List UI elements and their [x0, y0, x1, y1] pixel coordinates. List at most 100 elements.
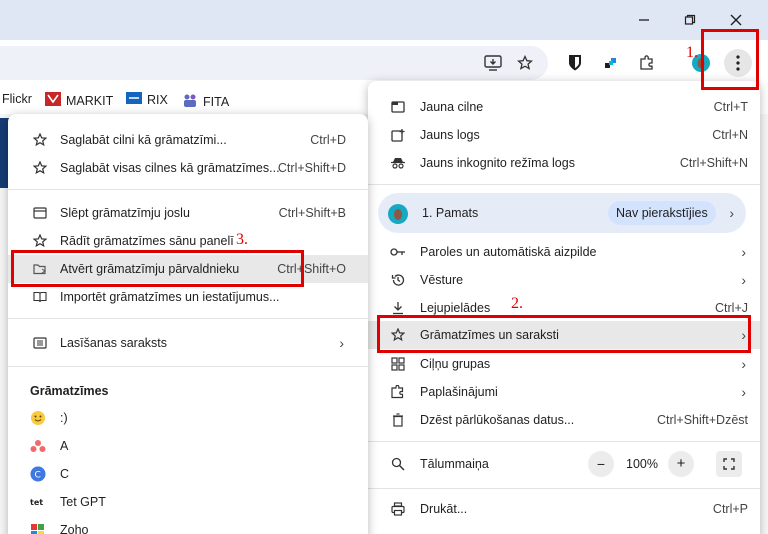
- trash-icon: [390, 412, 406, 428]
- menu-item-label: Grāmatzīmes un saraksti: [420, 328, 559, 342]
- puzzle-icon[interactable]: [636, 52, 658, 74]
- chevron-right-icon: ›: [729, 205, 734, 221]
- submenu-item-import[interactable]: Importēt grāmatzīmes un iestatījumus...: [8, 283, 368, 311]
- star-icon: [32, 160, 48, 176]
- submenu-item-hide-bookmarks-bar[interactable]: Slēpt grāmatzīmju joslu Ctrl+Shift+B: [8, 199, 368, 227]
- menu-item-passwords[interactable]: Paroles un automātiskā aizpilde ›: [368, 238, 760, 266]
- incognito-icon: [390, 155, 406, 171]
- bookmark-item[interactable]: :): [8, 404, 368, 432]
- bookmark-fita[interactable]: FITA: [182, 92, 229, 111]
- kebab-menu-icon[interactable]: [724, 49, 752, 77]
- rix-icon: [126, 92, 142, 107]
- bookmark-item[interactable]: C C: [8, 460, 368, 488]
- menu-item-shortcut: Ctrl+J: [715, 301, 748, 315]
- new-window-icon: [390, 127, 406, 143]
- menu-item-history[interactable]: Vēsture ›: [368, 266, 760, 294]
- zoom-in-button[interactable]: +: [668, 451, 694, 477]
- menu-item-label: :): [60, 411, 68, 425]
- submenu-item-reading-list[interactable]: Lasīšanas saraksts ›: [8, 329, 368, 357]
- bitwarden-icon[interactable]: [564, 52, 586, 74]
- menu-item-new-tab[interactable]: Jauna cilne Ctrl+T: [368, 93, 760, 121]
- menu-item-label: Ciļņu grupas: [420, 357, 491, 371]
- bookmarks-bar-icon: [32, 205, 48, 221]
- menu-item-downloads[interactable]: Lejupielādes Ctrl+J: [368, 294, 760, 322]
- zoom-out-button[interactable]: −: [588, 451, 614, 477]
- annotation-number-2: 2.: [511, 295, 523, 312]
- install-app-icon[interactable]: [482, 52, 504, 74]
- menu-item-new-window[interactable]: Jauns logs Ctrl+N: [368, 121, 760, 149]
- zoho-icon: [30, 522, 46, 534]
- chevron-right-icon: ›: [741, 327, 746, 343]
- submenu-item-bookmark-all-tabs[interactable]: Saglabāt visas cilnes kā grāmatzīmes... …: [8, 154, 368, 182]
- menu-item-label: Zoho: [60, 523, 89, 534]
- menu-item-tab-groups[interactable]: Ciļņu grupas ›: [368, 350, 760, 378]
- menu-item-shortcut: Ctrl+N: [712, 128, 748, 142]
- title-bar: [0, 0, 768, 40]
- svg-text:tet: tet: [30, 498, 43, 507]
- bookmark-flickr[interactable]: Flickr: [2, 92, 32, 106]
- extension-icon[interactable]: [600, 52, 622, 74]
- import-icon: [32, 289, 48, 305]
- bookmark-label: MARKIT: [66, 93, 114, 108]
- svg-text:C: C: [35, 471, 41, 481]
- menu-item-shortcut: Ctrl+Shift+O: [277, 262, 346, 276]
- zoom-value: 100%: [626, 457, 658, 471]
- menu-item-shortcut: Ctrl+T: [713, 100, 748, 114]
- menu-item-label: Drukāt...: [420, 502, 468, 516]
- bookmark-item[interactable]: A: [8, 432, 368, 460]
- menu-item-shortcut: Ctrl+Shift+Dzēst: [656, 413, 748, 427]
- toolbar: [0, 40, 768, 86]
- menu-item-label: Paroles un automātiskā aizpilde: [420, 245, 597, 259]
- chevron-right-icon: ›: [741, 244, 746, 260]
- menu-item-incognito[interactable]: Jauns inkognito režīma logs Ctrl+Shift+N: [368, 149, 760, 177]
- menu-separator: [368, 184, 760, 185]
- minimize-icon[interactable]: [632, 8, 656, 32]
- menu-separator: [368, 488, 760, 489]
- close-icon[interactable]: [724, 8, 748, 32]
- restore-icon[interactable]: [678, 8, 702, 32]
- bookmark-star-icon[interactable]: [514, 52, 536, 74]
- annotation-number-1: 1.: [686, 44, 698, 61]
- chevron-right-icon: ›: [741, 384, 746, 400]
- bookmark-item[interactable]: Zoho: [8, 516, 368, 534]
- main-menu: Jauna cilne Ctrl+T Jauns logs Ctrl+N Jau…: [368, 81, 760, 534]
- reading-list-icon: [32, 335, 48, 351]
- menu-item-bookmarks-and-lists[interactable]: Grāmatzīmes un saraksti ›: [368, 321, 760, 349]
- menu-item-label: C: [60, 467, 70, 481]
- bookmark-markit[interactable]: MARKIT: [45, 92, 113, 109]
- tab-groups-icon: [390, 356, 406, 372]
- submenu-item-side-panel[interactable]: Rādīt grāmatzīmes sānu panelī: [8, 227, 368, 255]
- bookmark-label: RIX: [147, 92, 168, 107]
- menu-item-label: Rādīt grāmatzīmes sānu panelī: [60, 234, 234, 248]
- chevron-right-icon: ›: [339, 335, 344, 351]
- profile-row[interactable]: 1. Pamats Nav pierakstījies ›: [378, 193, 746, 233]
- menu-item-clear-data[interactable]: Dzēst pārlūkošanas datus... Ctrl+Shift+D…: [368, 406, 760, 434]
- address-bar[interactable]: [0, 46, 548, 80]
- bookmark-rix[interactable]: RIX: [126, 92, 168, 107]
- menu-item-extensions[interactable]: Paplašinājumi ›: [368, 378, 760, 406]
- markit-icon: [45, 92, 61, 109]
- sign-in-badge[interactable]: Nav pierakstījies: [608, 201, 716, 225]
- menu-item-print[interactable]: Drukāt... Ctrl+P: [368, 495, 760, 523]
- bookmarks-submenu: Saglabāt cilni kā grāmatzīmi... Ctrl+D S…: [8, 114, 368, 534]
- bookmark-item[interactable]: tet Tet GPT: [8, 488, 368, 516]
- menu-item-label: Dzēst pārlūkošanas datus...: [420, 413, 575, 427]
- menu-item-label: Slēpt grāmatzīmju joslu: [60, 206, 190, 220]
- smiley-icon: [30, 410, 46, 426]
- submenu-item-bookmark-manager[interactable]: Atvērt grāmatzīmju pārvaldnieku Ctrl+Shi…: [8, 255, 368, 283]
- fullscreen-icon: [723, 458, 735, 470]
- chevron-right-icon: ›: [741, 272, 746, 288]
- menu-separator: [8, 366, 368, 367]
- new-tab-icon: [390, 99, 406, 115]
- menu-item-shortcut: Ctrl+Shift+D: [277, 161, 346, 175]
- star-icon: [32, 132, 48, 148]
- menu-item-shortcut: Ctrl+D: [310, 133, 346, 147]
- menu-item-label: Jauna cilne: [420, 100, 484, 114]
- menu-item-label: Jauns inkognito režīma logs: [420, 156, 575, 170]
- bookmarks-section-title: Grāmatzīmes: [30, 384, 109, 398]
- chevron-right-icon: ›: [741, 356, 746, 372]
- zoom-icon: [390, 456, 406, 472]
- fullscreen-button[interactable]: [716, 451, 742, 477]
- menu-item-label: Atvērt grāmatzīmju pārvaldnieku: [60, 262, 240, 276]
- submenu-item-bookmark-tab[interactable]: Saglabāt cilni kā grāmatzīmi... Ctrl+D: [8, 126, 368, 154]
